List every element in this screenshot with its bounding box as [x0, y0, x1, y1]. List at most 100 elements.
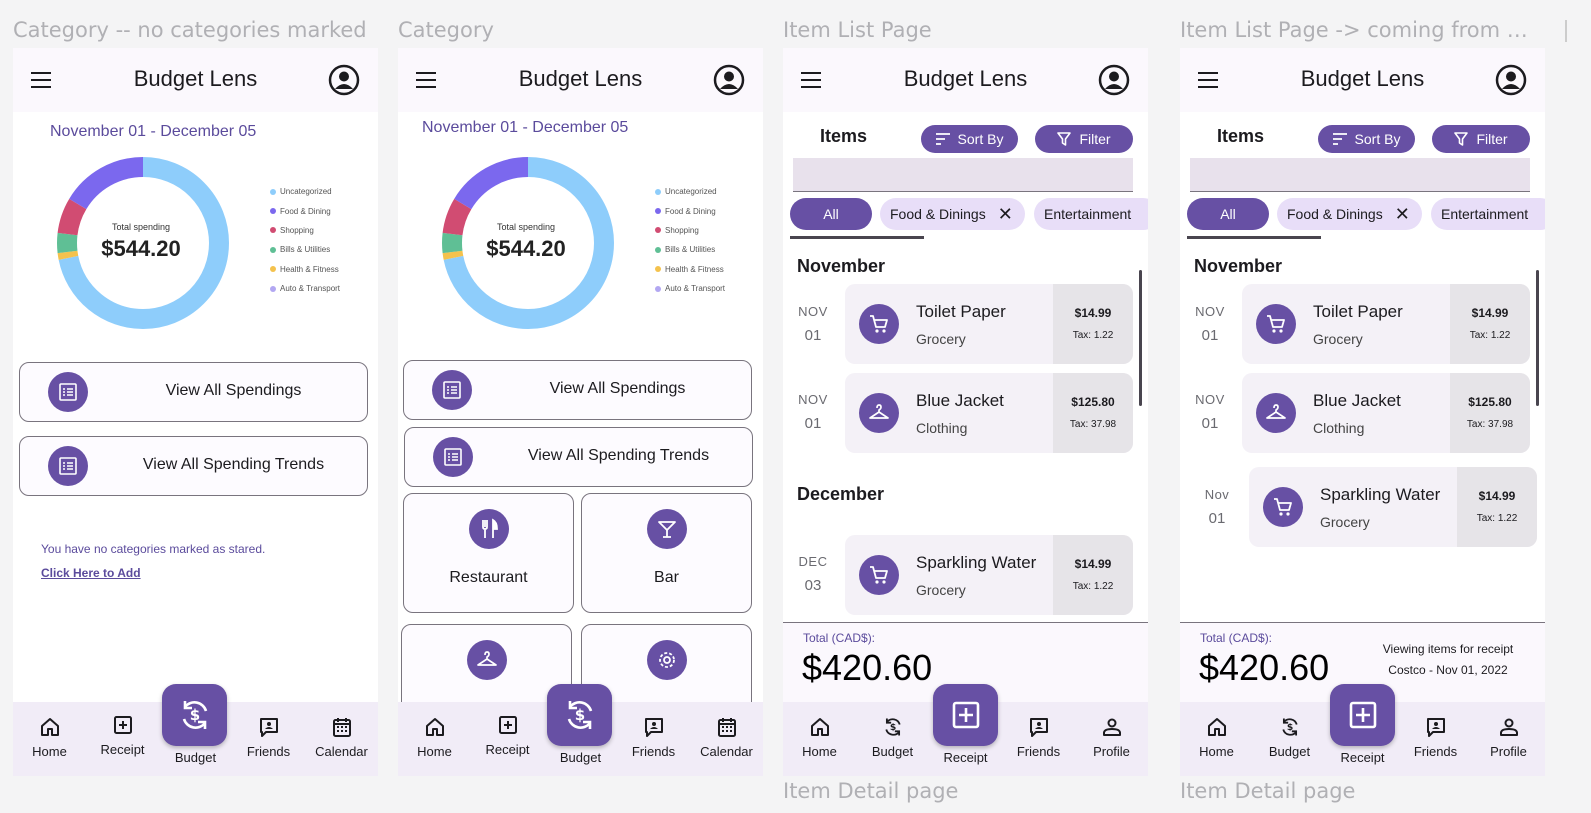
close-icon[interactable]: ✕: [1395, 205, 1410, 223]
nav-home[interactable]: Home: [398, 716, 471, 759]
view-all-spending-trends-button[interactable]: View All Spending Trends: [404, 427, 753, 487]
legend-item: Auto & Transport: [655, 279, 725, 298]
currency-exchange-icon: $: [567, 701, 592, 729]
chip-all[interactable]: All: [1187, 198, 1269, 230]
view-all-spending-trends-button[interactable]: View All Spending Trends: [19, 436, 368, 496]
item-card[interactable]: Toilet Paper Grocery $14.99 Tax: 1.22: [1242, 284, 1530, 364]
nav-friends[interactable]: Friends: [1002, 716, 1075, 759]
sort-by-button[interactable]: Sort By: [921, 125, 1018, 153]
spending-donut-chart: Total spending $544.20: [442, 157, 614, 329]
nav-calendar[interactable]: Calendar: [690, 716, 763, 759]
spending-donut-chart: Total spending $544.20: [57, 157, 229, 329]
nav-friends[interactable]: Friends: [617, 716, 690, 759]
cart-icon: [1256, 304, 1296, 344]
item-card[interactable]: Sparkling Water Grocery $14.99 Tax: 1.22: [845, 535, 1133, 615]
frame-label-item-detail-2: Item Detail page: [1180, 779, 1356, 803]
chip-entertainment[interactable]: Entertainment: [1431, 198, 1545, 230]
price-box: $125.80 Tax: 37.98: [1450, 373, 1530, 453]
scrollbar[interactable]: [1536, 270, 1539, 406]
donut-center-value: $544.20: [486, 236, 566, 261]
nav-profile-label: Profile: [1490, 744, 1527, 759]
donut-legend: Uncategorized Food & Dining Shopping Bil…: [655, 182, 725, 298]
legend-label: Health & Fitness: [665, 264, 724, 274]
category-card-bar[interactable]: Bar: [581, 493, 752, 613]
nav-budget[interactable]: $ Budget: [856, 716, 929, 759]
sort-icon: [1332, 133, 1347, 145]
nav-receipt[interactable]: Receipt: [86, 714, 159, 757]
nav-budget-fab[interactable]: $: [162, 684, 227, 746]
account-circle-icon[interactable]: [713, 64, 745, 96]
receipt-note-line: Costco - Nov 01, 2022: [1388, 663, 1508, 677]
no-categories-message: You have no categories marked as stared.: [41, 542, 266, 556]
filter-button[interactable]: Filter: [1432, 125, 1530, 153]
add-categories-link[interactable]: Click Here to Add: [41, 566, 141, 580]
item-card[interactable]: Sparkling Water Grocery $14.99 Tax: 1.22: [1249, 467, 1537, 547]
filter-icon: [1454, 132, 1469, 146]
chip-label: Food & Dinings: [1287, 206, 1383, 222]
app-bar: Budget Lens: [398, 48, 763, 112]
nav-budget[interactable]: $ Budget: [1253, 716, 1326, 759]
chip-label: Food & Dinings: [890, 206, 986, 222]
nav-budget-fab[interactable]: $: [547, 684, 612, 746]
app-title: Budget Lens: [903, 66, 1028, 91]
category-card-restaurant[interactable]: Restaurant: [403, 493, 574, 613]
currency-exchange-icon: $: [1281, 718, 1298, 736]
nav-home[interactable]: Home: [13, 716, 86, 759]
filter-button[interactable]: Filter: [1035, 125, 1133, 153]
view-all-spendings-button[interactable]: View All Spendings: [403, 360, 752, 420]
receipt-note: Viewing items for receipt Costco - Nov 0…: [1363, 639, 1533, 681]
chip-all[interactable]: All: [790, 198, 872, 230]
nav-profile[interactable]: Profile: [1472, 716, 1545, 759]
item-card[interactable]: Toilet Paper Grocery $14.99 Tax: 1.22: [845, 284, 1133, 364]
search-input[interactable]: [1190, 158, 1530, 192]
receipt-list-icon: [48, 446, 88, 486]
nav-receipt[interactable]: Receipt: [471, 714, 544, 757]
app-bar: Budget Lens: [783, 48, 1148, 112]
account-circle-icon[interactable]: [1098, 64, 1130, 96]
add-box-icon: [952, 701, 979, 729]
nav-receipt-fab[interactable]: [1330, 684, 1395, 746]
nav-calendar[interactable]: Calendar: [305, 716, 378, 759]
legend-item: Health & Fitness: [270, 260, 340, 279]
price-box: $14.99 Tax: 1.22: [1053, 284, 1133, 364]
currency-exchange-icon: $: [182, 701, 207, 729]
nav-friends-label: Friends: [1016, 744, 1061, 759]
chip-entertainment[interactable]: Entertainment: [1034, 198, 1148, 230]
legend-item: Auto & Transport: [270, 279, 340, 298]
search-input[interactable]: [793, 158, 1133, 192]
nav-home[interactable]: Home: [1180, 716, 1253, 759]
item-card[interactable]: Blue Jacket Clothing $125.80 Tax: 37.98: [845, 373, 1133, 453]
account-circle-icon[interactable]: [1495, 64, 1527, 96]
nav-receipt-label: Receipt: [943, 750, 988, 765]
calendar-icon: [332, 718, 351, 737]
screen-category-empty: Budget Lens November 01 - December 05 To…: [13, 48, 378, 776]
account-circle-icon[interactable]: [328, 64, 360, 96]
chip-food-dinings[interactable]: Food & Dinings ✕: [1277, 198, 1422, 230]
legend-item: Food & Dining: [655, 201, 725, 220]
nav-profile-label: Profile: [1093, 744, 1130, 759]
entry-day: 01: [1201, 327, 1219, 344]
scrollbar[interactable]: [1139, 270, 1142, 406]
nav-receipt-fab[interactable]: [933, 684, 998, 746]
close-icon[interactable]: ✕: [998, 205, 1013, 223]
nav-profile[interactable]: Profile: [1075, 716, 1148, 759]
item-tax: Tax: 1.22: [1072, 330, 1114, 341]
item-price: $125.80: [1468, 395, 1512, 409]
app-title: Budget Lens: [133, 66, 258, 91]
nav-friends[interactable]: Friends: [232, 716, 305, 759]
chat-icon: [259, 718, 278, 737]
legend-item: Uncategorized: [270, 182, 340, 201]
nav-receipt-label: Receipt: [1340, 750, 1385, 765]
nav-friends[interactable]: Friends: [1399, 716, 1472, 759]
nav-home[interactable]: Home: [783, 716, 856, 759]
donut-center-value: $544.20: [101, 236, 181, 261]
entry-date: Nov 01: [1197, 487, 1237, 527]
chip-scroll-indicator: [790, 236, 924, 239]
chip-food-dinings[interactable]: Food & Dinings ✕: [880, 198, 1025, 230]
item-category: Clothing: [1313, 420, 1365, 436]
nav-friends-label: Friends: [1413, 744, 1458, 759]
sort-by-button[interactable]: Sort By: [1318, 125, 1415, 153]
item-card[interactable]: Blue Jacket Clothing $125.80 Tax: 37.98: [1242, 373, 1530, 453]
view-all-spendings-button[interactable]: View All Spendings: [19, 362, 368, 422]
cart-icon: [859, 304, 899, 344]
